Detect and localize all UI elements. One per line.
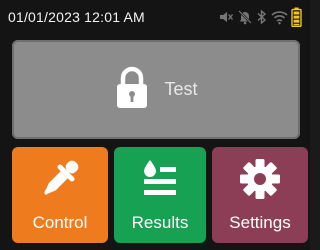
test-button[interactable]: Test	[12, 40, 300, 139]
gear-icon	[239, 158, 281, 205]
results-label: Results	[131, 213, 189, 232]
dropper-icon	[38, 157, 82, 206]
settings-button[interactable]: Settings	[212, 147, 308, 243]
control-label: Control	[32, 213, 88, 232]
status-bar: 01/01/2023 12:01 AM	[8, 6, 302, 28]
results-list-icon	[140, 157, 180, 206]
wifi-icon	[271, 9, 288, 25]
status-datetime: 01/01/2023 12:01 AM	[8, 9, 145, 25]
lock-icon	[114, 65, 150, 114]
device-screen: 01/01/2023 12:01 AM Test Control Results…	[0, 0, 310, 250]
battery-icon	[291, 7, 302, 27]
results-button[interactable]: Results	[114, 147, 206, 243]
status-icons	[218, 7, 302, 27]
speaker-muted-icon	[218, 9, 234, 25]
bluetooth-icon	[256, 9, 268, 25]
test-label: Test	[164, 79, 198, 99]
settings-label: Settings	[229, 213, 291, 232]
bell-muted-icon	[237, 9, 253, 25]
control-button[interactable]: Control	[12, 147, 108, 243]
